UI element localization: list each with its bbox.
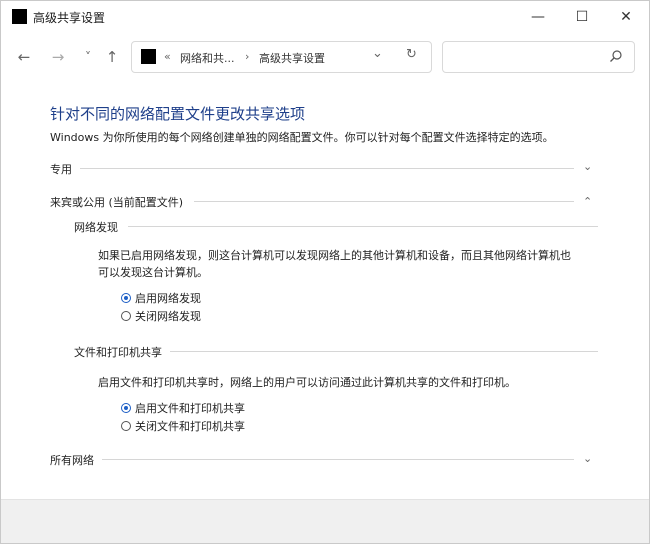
sharing-settings-content: 针对不同的网络配置文件更改共享选项 Windows 为你所使用的每个网络创建单独… [1, 91, 649, 499]
minimize-button[interactable]: — [516, 1, 560, 33]
file-printer-sharing-title: 文件和打印机共享 [74, 346, 162, 359]
window-title: 高级共享设置 [33, 11, 106, 25]
profile-all-networks-divider [102, 459, 574, 460]
page-heading: 针对不同的网络配置文件更改共享选项 [50, 105, 306, 123]
network-discovery-text-line1: 如果已启用网络发现，则这台计算机可以发现网络上的其他计算机和设备，而且其他网络计… [98, 249, 571, 262]
breadcrumb-network-sharing[interactable]: 网络和共... [180, 50, 235, 66]
radio-unselected-icon[interactable] [121, 311, 131, 321]
file-printer-sharing-divider [170, 351, 598, 352]
chevron-down-icon[interactable]: ⌄ [583, 160, 592, 173]
radio-disable-network-discovery[interactable]: 关闭网络发现 [121, 308, 201, 324]
breadcrumb-advanced-sharing[interactable]: 高级共享设置 [259, 50, 325, 66]
radio-enable-file-printer-sharing[interactable]: 启用文件和打印机共享 [121, 400, 245, 416]
network-discovery-divider [128, 226, 598, 227]
breadcrumb-overflow-icon[interactable]: « [164, 50, 171, 63]
breadcrumb-separator-icon: › [245, 50, 250, 63]
profile-guest-public-header[interactable]: 来宾或公用 (当前配置文件) [50, 194, 183, 210]
search-box[interactable] [442, 41, 635, 73]
radio-disable-file-printer-sharing[interactable]: 关闭文件和打印机共享 [121, 418, 245, 434]
radio-label: 启用网络发现 [135, 292, 201, 305]
profile-all-networks-header[interactable]: 所有网络 [50, 452, 94, 468]
control-panel-icon [141, 49, 156, 64]
back-arrow-icon[interactable]: ← [15, 48, 33, 66]
up-arrow-icon[interactable]: ↑ [103, 48, 121, 66]
app-icon [12, 9, 27, 24]
chevron-down-icon[interactable]: ⌄ [583, 452, 592, 465]
radio-label: 关闭文件和打印机共享 [135, 420, 245, 433]
recent-locations-chevron-icon[interactable]: ˅ [79, 48, 97, 66]
search-icon[interactable] [609, 49, 623, 63]
navigation-bar: ← → ˅ ↑ « 网络和共... › 高级共享设置 ⌄ ↻ [1, 39, 649, 77]
radio-selected-icon[interactable] [121, 293, 131, 303]
profile-guest-public-divider [194, 201, 574, 202]
address-bar[interactable]: « 网络和共... › 高级共享设置 ⌄ ↻ [131, 41, 432, 73]
radio-unselected-icon[interactable] [121, 421, 131, 431]
profile-private-header[interactable]: 专用 [50, 161, 72, 177]
network-discovery-text-line2: 可以发现这台计算机。 [98, 266, 208, 279]
radio-label: 关闭网络发现 [135, 310, 201, 323]
close-button[interactable]: ✕ [604, 1, 648, 33]
file-printer-sharing-text: 启用文件和打印机共享时，网络上的用户可以访问通过此计算机共享的文件和打印机。 [98, 376, 516, 389]
forward-arrow-icon[interactable]: → [49, 48, 67, 66]
radio-selected-icon[interactable] [121, 403, 131, 413]
page-description: Windows 为你所使用的每个网络创建单独的网络配置文件。你可以针对每个配置文… [50, 131, 554, 144]
network-discovery-title: 网络发现 [74, 221, 118, 234]
refresh-icon[interactable]: ↻ [406, 47, 417, 62]
advanced-sharing-window: 高级共享设置 — ☐ ✕ ← → ˅ ↑ « 网络和共... › 高级共享设置 … [0, 0, 650, 544]
profile-private-divider [80, 168, 574, 169]
radio-enable-network-discovery[interactable]: 启用网络发现 [121, 290, 201, 306]
chevron-up-icon[interactable]: ⌃ [583, 195, 592, 208]
radio-label: 启用文件和打印机共享 [135, 402, 245, 415]
maximize-button[interactable]: ☐ [560, 1, 604, 33]
button-footer [1, 499, 649, 543]
title-bar: 高级共享设置 — ☐ ✕ [1, 1, 649, 33]
address-dropdown-icon[interactable]: ⌄ [372, 46, 383, 61]
